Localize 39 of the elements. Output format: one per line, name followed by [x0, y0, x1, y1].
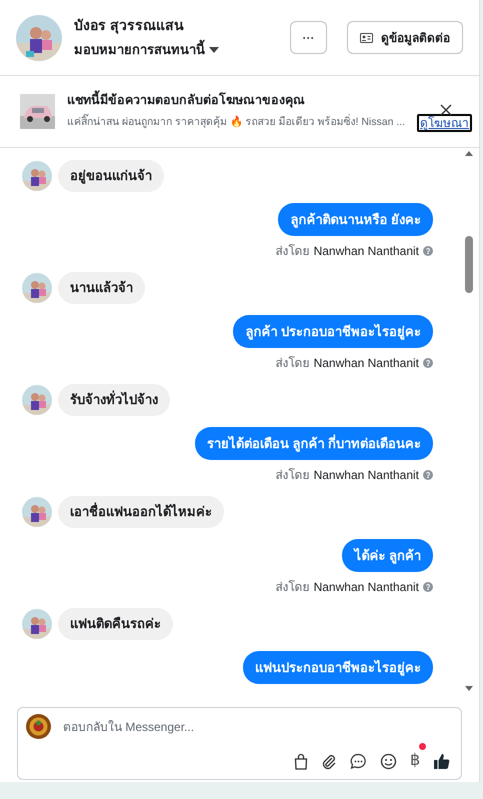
- help-icon[interactable]: [423, 470, 433, 480]
- sender-name: Nanwhan Nanthanit: [314, 467, 419, 484]
- message-bubble: ลูกค้าติดนานหรือ ยังคะ: [278, 202, 433, 236]
- help-icon[interactable]: [423, 246, 433, 256]
- more-button[interactable]: ···: [290, 21, 327, 54]
- sent-by-label: ส่งโดย: [276, 579, 310, 596]
- message-bubble: นานแล้วจ้า: [58, 272, 145, 304]
- contact-info-button[interactable]: ดูข้อมูลติดต่อ: [347, 21, 463, 54]
- thumbs-up-icon[interactable]: [433, 752, 450, 770]
- close-icon[interactable]: [440, 104, 452, 116]
- help-icon[interactable]: [423, 358, 433, 368]
- contact-name: บังอร สุวรรณแสน: [74, 16, 185, 36]
- caret-icon: [209, 47, 219, 53]
- smiley-icon[interactable]: [380, 752, 397, 770]
- sender-name: Nanwhan Nanthanit: [314, 243, 419, 260]
- sender-name: Nanwhan Nanthanit: [314, 579, 419, 596]
- ad-text: แค่สิ๊กน่าสน ผ่อนถูกมาก ราคาสุดคุ้ม 🔥 รถสวย มือเดียว พร้อมซิ่ง! Nissan ...: [67, 115, 406, 131]
- paperclip-icon[interactable]: [321, 752, 337, 770]
- sent-by-label: ส่งโดย: [276, 243, 310, 260]
- help-icon[interactable]: [423, 582, 433, 592]
- sent-by-label: ส่งโดย: [276, 355, 310, 372]
- message-bubble: ได้ค่ะ ลูกค้า: [342, 538, 433, 572]
- currency-button[interactable]: ฿: [410, 752, 420, 769]
- view-ad-link[interactable]: ดูโฆษณา: [417, 114, 472, 132]
- sender-name: Nanwhan Nanthanit: [314, 355, 419, 372]
- message-bubble: เอาชื่อแฟนออกได้ไหมค่ะ: [58, 496, 224, 528]
- message-bubble: แฟนประกอบอาชีพอะไรอยู่คะ: [243, 650, 433, 684]
- assign-dropdown[interactable]: มอบหมายการสนทนานี้: [74, 40, 278, 60]
- shopping-bag-icon[interactable]: [294, 752, 308, 770]
- sent-by-label: ส่งโดย: [276, 467, 310, 484]
- ad-reply-title: แชทนี้มีข้อความตอบกลับต่อโฆษณาของคุณ: [67, 91, 459, 110]
- message-bubble: รับจ้างทั่วไปจ้าง: [58, 384, 170, 416]
- message-bubble: แฟนติดคืนรถค่ะ: [58, 608, 173, 640]
- contact-card-icon: [360, 32, 373, 42]
- chat-bubble-icon[interactable]: [350, 752, 367, 770]
- message-bubble: อยู่ขอนแก่นจ้า: [58, 160, 164, 192]
- message-bubble: รายได้ต่อเดือน ลูกค้า กี่บาทต่อเดือนคะ: [194, 426, 433, 460]
- reply-input-field[interactable]: ตอบกลับใน Messenger...: [63, 718, 453, 736]
- message-bubble: ลูกค้า ประกอบอาชีพอะไรอยู่คะ: [233, 314, 433, 348]
